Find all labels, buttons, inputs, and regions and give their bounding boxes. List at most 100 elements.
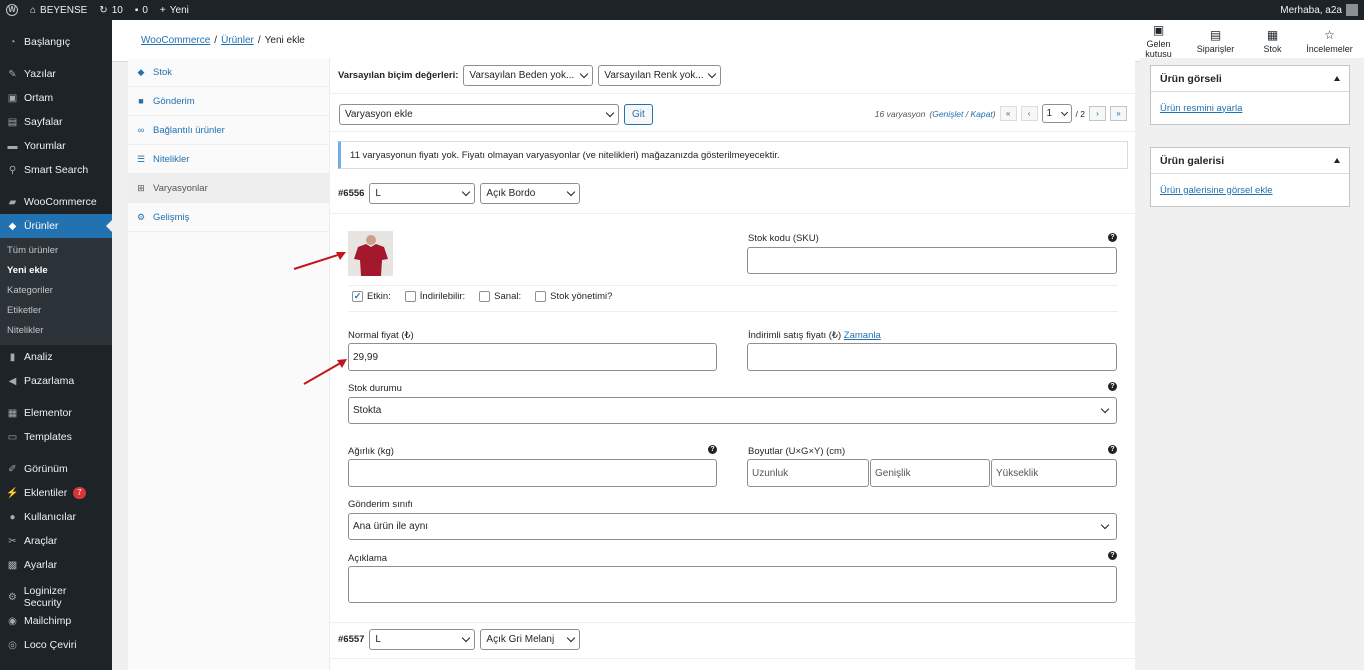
help-icon[interactable]: ? <box>1108 382 1117 391</box>
schedule-link[interactable]: Zamanla <box>844 330 881 341</box>
product-gallery-box-header[interactable]: Ürün galerisi <box>1151 148 1349 174</box>
expand-all-link[interactable]: Genişlet <box>932 109 963 119</box>
length-input[interactable]: Uzunluk <box>747 459 869 487</box>
account-link[interactable]: Merhaba, a2a <box>1280 4 1364 16</box>
product-image-box-header[interactable]: Ürün görseli <box>1151 66 1349 92</box>
comments-link[interactable]: ▪ 0 <box>129 0 154 20</box>
prev-page-button[interactable]: ‹ <box>1020 106 1038 121</box>
admin-sidebar: ◔ Başlangıç ✎ Yazılar ▣ Ortam ▤ Sayfalar ▬ Yo… <box>0 20 112 670</box>
tab-linked-products[interactable]: ∞ Bağlantılı ürünler <box>128 116 329 145</box>
sale-price-input[interactable] <box>747 343 1117 371</box>
menu-settings[interactable]: ▩ Ayarlar <box>0 553 112 577</box>
weight-input[interactable] <box>348 459 717 487</box>
inbox-button[interactable]: ▣ Gelen kutusu <box>1130 20 1187 62</box>
media-icon: ▣ <box>7 92 18 104</box>
default-size-select[interactable]: Varsayılan Beden yok... <box>463 65 594 86</box>
variation-size-select[interactable]: L <box>369 183 476 204</box>
submenu-attributes[interactable]: Nitelikler <box>0 321 112 341</box>
menu-marketing[interactable]: ◀ Pazarlama <box>0 369 112 393</box>
manage-stock-checkbox[interactable]: Stok yönetimi? <box>535 291 612 302</box>
default-color-select[interactable]: Varsayılan Renk yok... <box>598 65 722 86</box>
regular-price-input[interactable]: 29,99 <box>348 343 717 371</box>
submenu-categories[interactable]: Kategoriler <box>0 281 112 301</box>
variation-color-select[interactable]: Açık Gri Melanj <box>480 629 581 650</box>
add-variation-select[interactable]: Varyasyon ekle <box>339 104 619 125</box>
site-name-link[interactable]: ⌂ BEYENSE <box>24 0 93 20</box>
next-page-button[interactable]: › <box>1089 106 1106 121</box>
stock-icon: ▦ <box>1266 27 1279 42</box>
description-textarea[interactable] <box>348 566 1117 603</box>
go-button[interactable]: Git <box>624 104 653 125</box>
stock-button[interactable]: ▦ Stok <box>1244 20 1301 62</box>
menu-smart-search[interactable]: ⚲ Smart Search <box>0 158 112 182</box>
variation-size-select[interactable]: L <box>369 629 476 650</box>
description-label: Açıklama <box>348 553 388 564</box>
menu-posts[interactable]: ✎ Yazılar <box>0 62 112 86</box>
variation-color-select[interactable]: Açık Bordo <box>480 183 581 204</box>
help-icon[interactable]: ? <box>1108 551 1117 560</box>
page-select[interactable]: 1 <box>1041 104 1072 123</box>
menu-mailchimp[interactable]: ◉ Mailchimp <box>0 609 112 633</box>
help-icon[interactable]: ? <box>708 445 717 454</box>
menu-templates[interactable]: ▭ Templates <box>0 425 112 449</box>
collapse-all-link[interactable]: Kapat <box>970 109 992 119</box>
missing-price-notice: 11 varyasyonun fiyatı yok. Fiyatı olmaya… <box>338 141 1128 169</box>
width-input[interactable]: Genişlik <box>870 459 990 487</box>
menu-loco-translate[interactable]: ◎ Loco Çeviri <box>0 633 112 657</box>
product-image-box: Ürün görseli Ürün resmini ayarla <box>1150 65 1350 125</box>
breadcrumb-current: Yeni ekle <box>264 35 305 46</box>
new-content-link[interactable]: + Yeni <box>154 0 195 20</box>
tab-inventory[interactable]: ◆ Stok <box>128 58 329 87</box>
set-product-image-link[interactable]: Ürün resmini ayarla <box>1160 103 1242 114</box>
submenu-tags[interactable]: Etiketler <box>0 301 112 321</box>
menu-users[interactable]: ● Kullanıcılar <box>0 505 112 529</box>
tab-attributes[interactable]: ☰ Nitelikler <box>128 145 329 174</box>
menu-tools[interactable]: ✂ Araçlar <box>0 529 112 553</box>
updates-link[interactable]: ↻ 10 <box>93 0 129 20</box>
shipping-class-select[interactable]: Ana ürün ile aynı <box>348 513 1117 540</box>
variation-header-6556[interactable]: #6556 L Açık Bordo <box>338 183 581 204</box>
submenu-add-new[interactable]: Yeni ekle <box>0 261 112 281</box>
menu-media[interactable]: ▣ Ortam <box>0 86 112 110</box>
annotation-arrow-icon <box>303 359 347 385</box>
breadcrumb-woocommerce[interactable]: WooCommerce <box>141 35 210 46</box>
variation-header-6557[interactable]: #6557 L Açık Gri Melanj <box>338 629 581 650</box>
menu-comments[interactable]: ▬ Yorumlar <box>0 134 112 158</box>
menu-products[interactable]: ◆ Ürünler <box>0 214 112 238</box>
virtual-checkbox[interactable]: Sanal: <box>479 291 521 302</box>
last-page-button[interactable]: » <box>1110 106 1127 121</box>
enabled-checkbox[interactable]: ✓ Etkin: <box>352 291 391 302</box>
height-input[interactable]: Yükseklik <box>991 459 1117 487</box>
tab-advanced[interactable]: ⚙ Gelişmiş <box>128 203 329 232</box>
add-gallery-images-link[interactable]: Ürün galerisine görsel ekle <box>1160 185 1272 196</box>
chevron-down-icon <box>708 69 717 79</box>
orders-button[interactable]: ▤ Siparişler <box>1187 20 1244 62</box>
first-page-button[interactable]: « <box>999 106 1017 121</box>
stock-status-select[interactable]: Stokta <box>348 397 1117 424</box>
help-icon[interactable]: ? <box>1108 233 1117 242</box>
stock-tab-icon: ◆ <box>137 66 145 77</box>
menu-plugins[interactable]: ⚡ Eklentiler 7 <box>0 481 112 505</box>
wp-logo-icon[interactable]: W <box>0 0 24 20</box>
menu-loginizer[interactable]: ⚙ Loginizer Security <box>0 585 112 609</box>
downloadable-checkbox[interactable]: İndirilebilir: <box>404 291 465 302</box>
folder-icon: ▭ <box>7 431 18 443</box>
tab-shipping[interactable]: ■ Gönderim <box>128 87 329 116</box>
analytics-icon: ▮ <box>9 351 16 363</box>
menu-pages[interactable]: ▤ Sayfalar <box>0 110 112 134</box>
breadcrumb-products[interactable]: Ürünler <box>221 35 254 46</box>
comment-icon: ▪ <box>134 4 139 16</box>
menu-appearance[interactable]: ✐ Görünüm <box>0 457 112 481</box>
products-icon: ◆ <box>8 220 17 232</box>
menu-dashboard[interactable]: ◔ Başlangıç <box>0 30 112 54</box>
variation-image-thumbnail[interactable] <box>348 231 393 276</box>
sku-input[interactable] <box>747 247 1117 274</box>
menu-woocommerce[interactable]: ▰ WooCommerce <box>0 190 112 214</box>
menu-elementor[interactable]: ▦ Elementor <box>0 401 112 425</box>
reviews-button[interactable]: ☆ İncelemeler <box>1301 20 1358 62</box>
tab-variations[interactable]: ⊞ Varyasyonlar <box>128 174 329 203</box>
regular-price-label: Normal fiyat (₺) <box>348 330 414 341</box>
help-icon[interactable]: ? <box>1108 445 1117 454</box>
submenu-all-products[interactable]: Tüm ürünler <box>0 241 112 261</box>
menu-analytics[interactable]: ▮ Analiz <box>0 345 112 369</box>
